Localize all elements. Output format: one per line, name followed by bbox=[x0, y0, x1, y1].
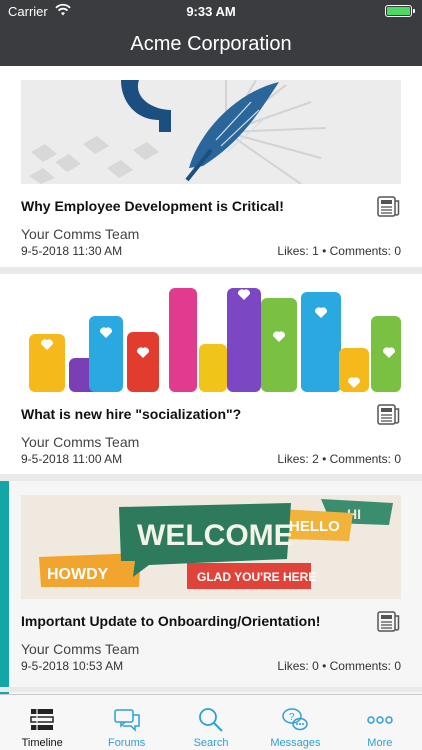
more-icon bbox=[367, 716, 393, 724]
tab-messages[interactable]: ? Messages bbox=[253, 695, 337, 750]
search-icon bbox=[199, 708, 223, 732]
tab-label: Messages bbox=[270, 737, 321, 749]
tab-label: Search bbox=[193, 737, 229, 749]
post-title[interactable]: Important Update to Onboarding/Orientati… bbox=[21, 613, 361, 629]
howdy-text: HOWDY bbox=[47, 566, 109, 583]
post-stats: Likes: 0 • Comments: 0 bbox=[277, 659, 401, 673]
feed-card[interactable]: What is new hire "socialization"? Your C… bbox=[0, 274, 422, 474]
post-author: Your Comms Team bbox=[21, 434, 140, 450]
tab-forums[interactable]: Forums bbox=[84, 695, 168, 750]
post-image bbox=[21, 80, 401, 184]
timeline-icon bbox=[30, 709, 54, 730]
tab-label: Forums bbox=[107, 737, 146, 749]
glad-text: GLAD YOU'RE HERE bbox=[197, 570, 316, 584]
post-date: 9-5-2018 11:30 AM bbox=[21, 244, 123, 258]
post-date: 9-5-2018 10:53 AM bbox=[21, 659, 124, 673]
post-image bbox=[21, 288, 401, 392]
post-date: 9-5-2018 11:00 AM bbox=[21, 452, 123, 466]
post-author: Your Comms Team bbox=[21, 226, 140, 242]
newspaper-icon bbox=[377, 404, 400, 425]
post-title[interactable]: What is new hire "socialization"? bbox=[21, 406, 361, 422]
hello-text: HELLO bbox=[289, 518, 340, 535]
post-author: Your Comms Team bbox=[21, 641, 140, 657]
feed-card[interactable]: HI HELLO HOWDY GLAD YOU'RE HERE WELCOME … bbox=[0, 481, 422, 687]
post-stats: Likes: 1 • Comments: 0 bbox=[277, 244, 401, 258]
tab-label: More bbox=[367, 737, 393, 749]
status-time: 9:33 AM bbox=[186, 4, 236, 19]
page-title: Acme Corporation bbox=[130, 32, 292, 55]
newspaper-icon bbox=[377, 196, 400, 217]
feed-card[interactable]: Why Employee Development is Critical! Yo… bbox=[0, 66, 422, 267]
post-image: HI HELLO HOWDY GLAD YOU'RE HERE WELCOME bbox=[21, 495, 401, 599]
forums-icon bbox=[113, 709, 140, 732]
messages-icon: ? bbox=[282, 708, 309, 731]
post-title[interactable]: Why Employee Development is Critical! bbox=[21, 198, 361, 214]
tab-search[interactable]: Search bbox=[169, 695, 253, 750]
welcome-text: WELCOME bbox=[137, 519, 294, 552]
nav-bar: Acme Corporation bbox=[0, 22, 422, 66]
status-bar: Carrier 9:33 AM bbox=[0, 0, 422, 22]
timeline-feed[interactable]: Why Employee Development is Critical! Yo… bbox=[0, 66, 422, 694]
battery-icon bbox=[385, 5, 415, 17]
tab-timeline[interactable]: Timeline bbox=[0, 695, 84, 750]
tab-label: Timeline bbox=[21, 737, 63, 749]
post-stats: Likes: 2 • Comments: 0 bbox=[277, 452, 401, 466]
tab-bar: Timeline Forums Search ? Messages More bbox=[0, 694, 422, 750]
tab-more[interactable]: More bbox=[338, 695, 422, 750]
newspaper-icon bbox=[377, 611, 400, 632]
